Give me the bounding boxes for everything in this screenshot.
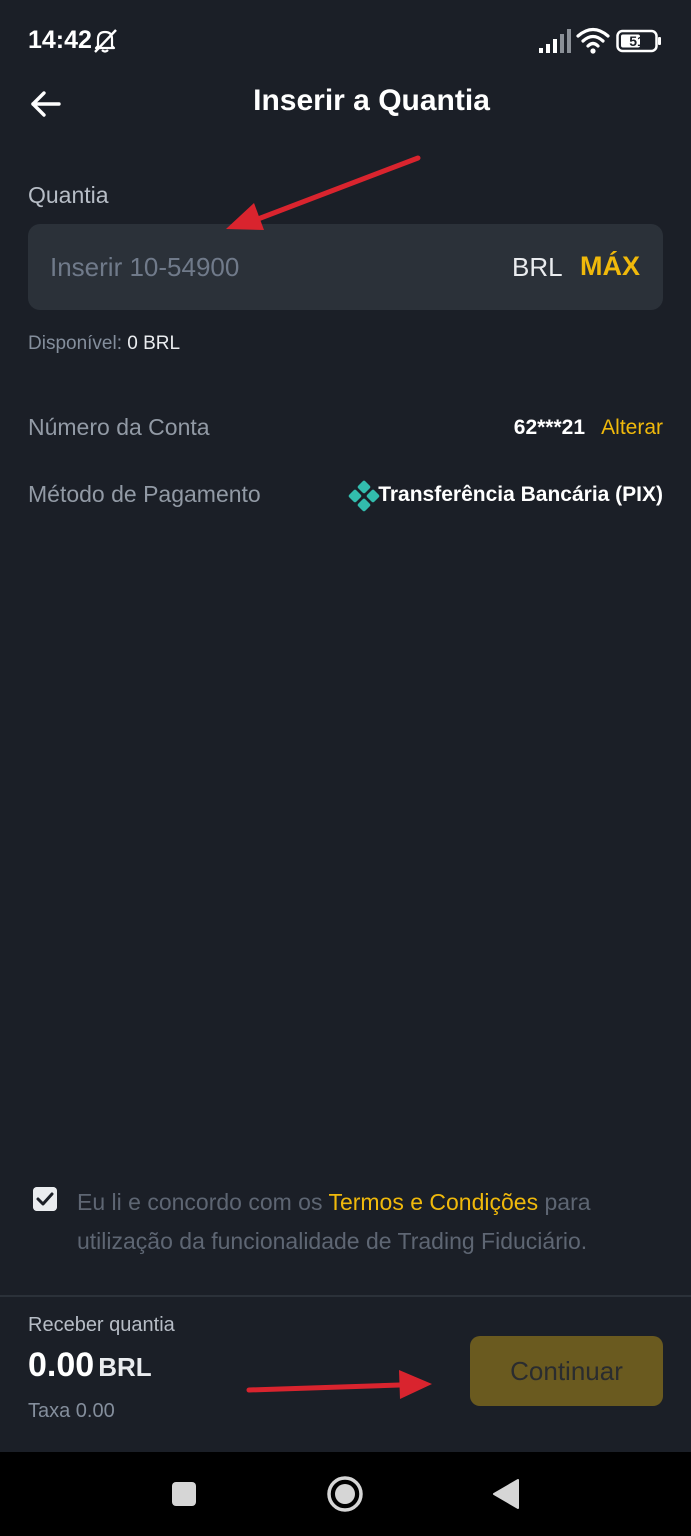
notifications-off-icon <box>94 29 117 53</box>
amount-label: Quantia <box>28 182 109 208</box>
change-account-link[interactable]: Alterar <box>601 416 663 440</box>
home-icon[interactable] <box>326 1475 364 1513</box>
battery-level: 51 <box>629 33 645 49</box>
available-label: Disponível: <box>28 333 122 354</box>
signal-icon <box>539 29 571 53</box>
battery-icon: 51 <box>616 29 661 53</box>
payment-method-value[interactable]: Transferência Bancária (PIX) <box>378 483 663 507</box>
wifi-icon <box>576 27 610 54</box>
screen: 14:42 51 Inserir a Quantia Quantia Inser… <box>0 0 691 1536</box>
account-number-value: 62***21 <box>513 416 585 439</box>
status-time: 14:42 <box>28 26 92 54</box>
terms-checkbox[interactable] <box>33 1187 57 1211</box>
available-balance: Disponível: 0 BRL <box>28 333 180 355</box>
terms-link[interactable]: Termos e Condições <box>328 1189 538 1215</box>
nav-back-icon[interactable] <box>492 1478 520 1510</box>
system-nav-bar <box>0 1452 691 1536</box>
max-button[interactable]: MÁX <box>580 251 640 282</box>
footer-divider <box>0 1295 691 1297</box>
continue-button[interactable]: Continuar <box>470 1336 663 1406</box>
terms-text-before: Eu li e concordo com os <box>77 1189 329 1215</box>
status-bar: 14:42 51 <box>0 0 691 80</box>
amount-field-container: BRL MÁX <box>28 224 663 310</box>
annotation-arrow-amount <box>255 155 421 222</box>
account-number-label: Número da Conta <box>28 414 210 440</box>
recent-apps-icon[interactable] <box>172 1482 196 1506</box>
currency-label: BRL <box>512 252 563 282</box>
payment-method-label: Método de Pagamento <box>28 481 261 507</box>
receive-amount-value: 0.00 <box>28 1346 95 1384</box>
annotation-arrow-continue <box>246 1382 403 1393</box>
receive-label: Receber quantia <box>28 1314 175 1336</box>
pix-icon <box>348 480 380 512</box>
receive-amount: 0.00 BRL <box>28 1346 152 1385</box>
amount-input[interactable] <box>50 244 490 290</box>
receive-currency: BRL <box>98 1352 152 1382</box>
available-value: 0 BRL <box>127 333 181 354</box>
page-title: Inserir a Quantia <box>253 84 490 117</box>
fee-text: Taxa 0.00 <box>28 1400 115 1422</box>
annotation-arrowhead-continue <box>399 1370 432 1399</box>
terms-text: Eu li e concordo com os Termos e Condiçõ… <box>77 1183 657 1261</box>
